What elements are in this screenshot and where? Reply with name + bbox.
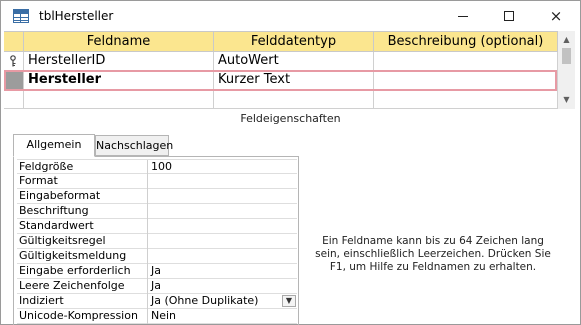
- property-row[interactable]: Eingabeformat: [17, 189, 297, 204]
- property-value[interactable]: Ja: [149, 264, 297, 279]
- help-text: Ein Feldname kann bis zu 64 Zeichen lang…: [315, 235, 551, 273]
- close-button[interactable]: ×: [533, 1, 579, 31]
- column-header-felddatentyp[interactable]: Felddatentyp: [214, 32, 374, 52]
- property-row[interactable]: Leere Zeichenfolge Ja: [17, 279, 297, 294]
- property-name: Standardwert: [17, 219, 148, 234]
- property-name: Beschriftung: [17, 204, 148, 219]
- beschreibung-cell[interactable]: [374, 52, 558, 71]
- property-value[interactable]: 100: [149, 160, 297, 175]
- datentyp-cell[interactable]: [214, 90, 374, 109]
- table-row-empty[interactable]: [4, 90, 558, 109]
- column-header-feldname[interactable]: Feldname: [24, 32, 214, 52]
- property-row[interactable]: Gültigkeitsregel: [17, 234, 297, 249]
- scroll-down-icon[interactable]: ▼: [558, 93, 575, 107]
- chevron-down-icon[interactable]: ▼: [282, 295, 296, 307]
- field-grid: Feldname Felddatentyp Beschreibung (opti…: [4, 31, 560, 109]
- property-name: Feldgröße: [17, 160, 148, 175]
- close-icon: ×: [549, 6, 563, 25]
- property-value[interactable]: [149, 204, 297, 219]
- feldname-cell[interactable]: [24, 90, 214, 109]
- tab-allgemein[interactable]: Allgemein: [13, 134, 95, 157]
- feldname-cell[interactable]: HerstellerID: [24, 52, 214, 71]
- datentyp-cell[interactable]: AutoWert: [214, 52, 374, 71]
- property-row[interactable]: Standardwert: [17, 219, 297, 234]
- header-corner[interactable]: [4, 32, 24, 52]
- property-value[interactable]: [149, 219, 297, 234]
- window-title: tblHersteller: [39, 9, 114, 23]
- property-row[interactable]: Eingabe erforderlich Ja: [17, 264, 297, 279]
- property-name: Leere Zeichenfolge: [17, 279, 148, 294]
- property-name: Unicode-Kompression: [17, 309, 148, 324]
- property-name: Eingabeformat: [17, 189, 148, 204]
- property-value-dropdown[interactable]: Ja (Ohne Duplikate) ▼: [149, 294, 297, 309]
- minimize-icon: [458, 15, 468, 17]
- row-selector[interactable]: [4, 71, 24, 90]
- row-selector[interactable]: [4, 90, 24, 109]
- property-sheet: Feldgröße 100 Format Eingabeformat Besch…: [13, 156, 299, 325]
- property-value[interactable]: [149, 189, 297, 204]
- grid-vertical-scrollbar[interactable]: ▲ ▼: [558, 31, 575, 109]
- property-row[interactable]: Indiziert Ja (Ohne Duplikate) ▼: [17, 294, 297, 309]
- property-value[interactable]: [149, 249, 297, 264]
- table-row[interactable]: HerstellerID AutoWert: [4, 52, 558, 71]
- property-row[interactable]: Feldgröße 100: [17, 159, 297, 175]
- datentyp-cell[interactable]: Kurzer Text: [214, 71, 374, 90]
- property-row[interactable]: Unicode-Kompression Nein: [17, 309, 297, 324]
- tab-nachschlagen[interactable]: Nachschlagen: [95, 135, 173, 156]
- table-icon: [13, 9, 29, 23]
- primary-key-icon: [10, 55, 16, 67]
- property-row[interactable]: Beschriftung: [17, 204, 297, 219]
- grid-header: Feldname Felddatentyp Beschreibung (opti…: [4, 32, 558, 52]
- feldname-cell[interactable]: Hersteller: [24, 71, 214, 90]
- beschreibung-cell[interactable]: [374, 90, 558, 109]
- property-value[interactable]: [149, 174, 297, 189]
- maximize-button[interactable]: [486, 1, 532, 31]
- table-design-window: tblHersteller × Feldname Felddatentyp Be…: [0, 0, 581, 325]
- property-name: Indiziert: [17, 294, 148, 309]
- beschreibung-cell[interactable]: [374, 71, 558, 90]
- property-name: Gültigkeitsregel: [17, 234, 148, 249]
- property-value[interactable]: Nein: [149, 309, 297, 324]
- property-name: Gültigkeitsmeldung: [17, 249, 148, 264]
- title-bar: tblHersteller ×: [1, 1, 580, 31]
- property-value[interactable]: Ja: [149, 279, 297, 294]
- property-name: Format: [17, 174, 148, 189]
- field-properties-label: Feldeigenschaften: [240, 112, 341, 125]
- scroll-up-icon[interactable]: ▲: [558, 33, 575, 47]
- maximize-icon: [504, 11, 514, 21]
- column-header-beschreibung[interactable]: Beschreibung (optional): [374, 32, 558, 52]
- property-row[interactable]: Gültigkeitsmeldung: [17, 249, 297, 264]
- property-value[interactable]: [149, 234, 297, 249]
- property-name: Eingabe erforderlich: [17, 264, 148, 279]
- property-value: Ja (Ohne Duplikate): [151, 294, 259, 307]
- row-selector[interactable]: [4, 52, 24, 71]
- minimize-button[interactable]: [440, 1, 486, 31]
- table-row-selected[interactable]: Hersteller Kurzer Text: [4, 71, 558, 90]
- property-row[interactable]: Format: [17, 174, 297, 189]
- scroll-thumb[interactable]: [562, 48, 571, 64]
